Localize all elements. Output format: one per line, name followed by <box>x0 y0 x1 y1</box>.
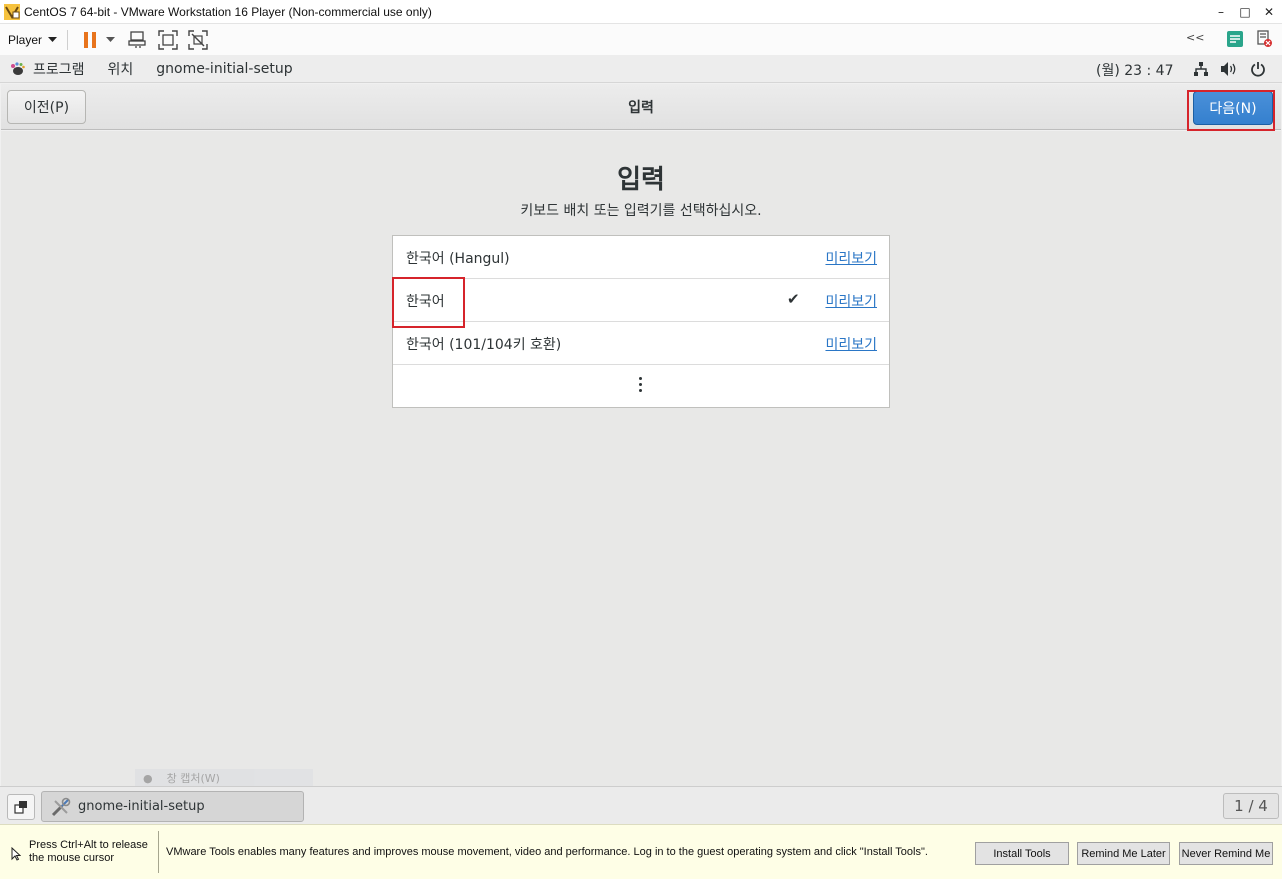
applications-menu[interactable]: 프로그램 <box>33 59 85 79</box>
remind-later-button[interactable]: Remind Me Later <box>1077 842 1170 865</box>
network-icon[interactable] <box>1193 61 1209 77</box>
faded-menu-text: 창 캡처(W) <box>166 772 220 785</box>
notice-divider <box>158 831 159 873</box>
setup-content: 입력 키보드 배치 또는 입력기를 선택하십시오. 한국어 (Hangul) 미… <box>1 131 1281 786</box>
player-menu-label: Player <box>8 32 43 47</box>
tools-icon <box>51 797 71 816</box>
maximize-button[interactable]: □ <box>1232 0 1258 24</box>
input-source-list: 한국어 (Hangul) 미리보기 한국어 ✔ 미리보기 한국어 (101/10… <box>392 235 890 408</box>
faded-bullet-icon: ● <box>143 771 153 785</box>
gnome-top-panel: 프로그램 위치 gnome-initial-setup (월) 23 : 47 <box>0 55 1282 83</box>
layout-name: 한국어 (Hangul) <box>406 251 510 267</box>
list-item[interactable]: 한국어 (101/104키 호환) 미리보기 <box>393 322 889 365</box>
more-options-icon <box>639 377 643 395</box>
minimize-button[interactable]: – <box>1208 0 1234 24</box>
preview-link[interactable]: 미리보기 <box>825 291 877 311</box>
install-tools-button[interactable]: Install Tools <box>975 842 1069 865</box>
show-desktop-button[interactable] <box>7 794 35 820</box>
more-layouts-button[interactable] <box>393 365 889 406</box>
faded-window-capture-item: ● 창 캡처(W) <box>135 769 313 787</box>
clock[interactable]: (월) 23 : 47 <box>1096 60 1174 80</box>
vmware-toolbar: Player << <box>0 24 1282 55</box>
send-ctrl-alt-del-icon[interactable] <box>126 28 150 52</box>
gnome-foot-icon <box>11 61 25 75</box>
page-subtitle: 키보드 배치 또는 입력기를 선택하십시오. <box>520 203 762 219</box>
unity-icon[interactable] <box>186 28 210 52</box>
fullscreen-icon[interactable] <box>156 28 180 52</box>
pause-dropdown-icon[interactable] <box>104 28 116 52</box>
preview-link[interactable]: 미리보기 <box>825 334 877 354</box>
chevron-down-icon <box>48 36 58 42</box>
taskbar-window-button[interactable]: gnome-initial-setup <box>41 791 304 822</box>
power-icon[interactable] <box>1250 61 1266 77</box>
active-app-name[interactable]: gnome-initial-setup <box>156 61 292 77</box>
vmware-title-bar: CentOS 7 64-bit - VMware Workstation 16 … <box>0 0 1282 24</box>
checkmark-icon: ✔ <box>787 290 800 308</box>
workspace-indicator[interactable]: 1 / 4 <box>1223 793 1279 819</box>
pause-icon[interactable] <box>78 28 102 52</box>
selected-layout-highlight-box <box>392 277 465 328</box>
player-menu-button[interactable]: Player <box>8 32 58 47</box>
places-menu[interactable]: 위치 <box>108 59 134 79</box>
vmware-tools-message: VMware Tools enables many features and i… <box>166 846 928 858</box>
next-button-highlight-box <box>1187 90 1275 131</box>
header-title: 입력 <box>628 100 654 116</box>
window-title: CentOS 7 64-bit - VMware Workstation 16 … <box>24 4 432 19</box>
show-desktop-icon <box>14 801 27 814</box>
close-button[interactable]: ✕ <box>1256 0 1282 24</box>
page-heading: 입력 <box>617 165 665 195</box>
gnome-bottom-panel: gnome-initial-setup 1 / 4 <box>0 786 1282 824</box>
layout-name: 한국어 (101/104키 호환) <box>406 337 562 353</box>
vmware-logo-icon <box>4 3 20 20</box>
toolbar-divider <box>67 29 69 50</box>
mouse-cursor-icon <box>11 847 21 861</box>
never-remind-button[interactable]: Never Remind Me <box>1179 842 1273 865</box>
vmware-notice-bar: Press Ctrl+Alt to release the mouse curs… <box>0 824 1282 879</box>
preview-link[interactable]: 미리보기 <box>825 248 877 268</box>
taskbar-window-label: gnome-initial-setup <box>78 799 205 814</box>
list-item[interactable]: 한국어 (Hangul) 미리보기 <box>393 236 889 279</box>
removable-devices-icon[interactable] <box>1252 27 1276 51</box>
collapse-toolbar-icon[interactable]: << <box>1186 31 1204 44</box>
list-item[interactable]: 한국어 ✔ 미리보기 <box>393 279 889 322</box>
release-cursor-hint: Press Ctrl+Alt to release the mouse curs… <box>29 839 148 864</box>
volume-icon[interactable] <box>1220 61 1238 77</box>
setup-header-bar: 이전(P) 입력 다음(N) <box>1 84 1281 130</box>
notes-icon[interactable] <box>1223 27 1247 51</box>
